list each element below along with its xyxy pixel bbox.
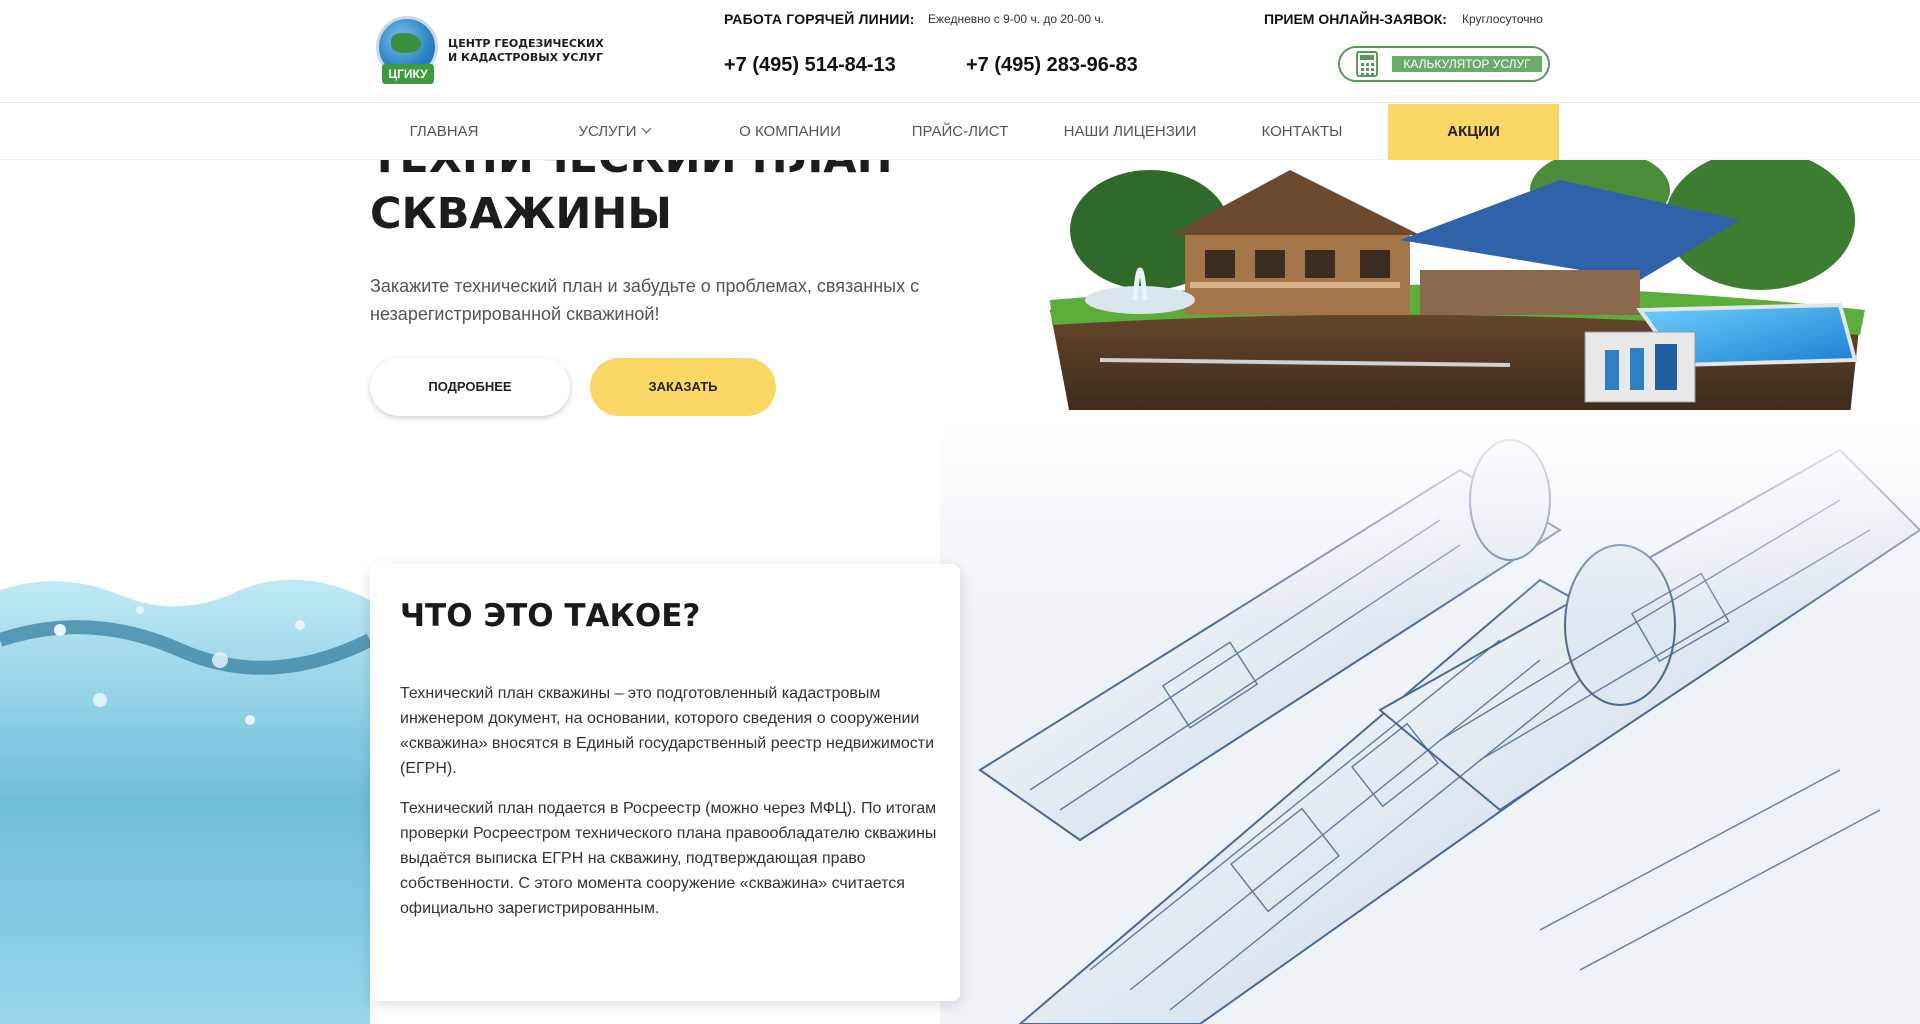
water-splash-illustration — [0, 579, 374, 1024]
calculator-button-label: КАЛЬКУЛЯТОР УСЛУГ — [1392, 56, 1542, 72]
nav-item-services[interactable]: УСЛУГИ — [564, 104, 664, 160]
phone-link-1[interactable]: +7 (495) 514-84-13 — [724, 54, 896, 77]
logo-text-line2: И КАДАСТРОВЫХ УСЛУГ — [448, 51, 604, 64]
nav-item-contacts[interactable]: КОНТАКТЫ — [1250, 104, 1354, 160]
nav-item-home[interactable]: ГЛАВНАЯ — [394, 104, 494, 160]
hotline-label: РАБОТА ГОРЯЧЕЙ ЛИНИИ: — [724, 11, 915, 27]
logo-text: ЦЕНТР ГЕОДЕЗИЧЕСКИХ И КАДАСТРОВЫХ УСЛУГ — [448, 37, 604, 65]
calculator-icon — [1356, 51, 1378, 77]
nav-item-licenses[interactable]: НАШИ ЛИЦЕНЗИИ — [1060, 104, 1200, 160]
nav-item-promotions[interactable]: АКЦИИ — [1388, 104, 1559, 160]
logo-globe-icon: ЦГИКУ — [374, 16, 440, 86]
more-button[interactable]: ПОДРОБНЕЕ — [370, 358, 570, 416]
chevron-down-icon — [641, 123, 652, 134]
hero-subtitle: Закажите технический план и забудьте о п… — [370, 276, 920, 324]
nav-item-label: КОНТАКТЫ — [1261, 123, 1343, 140]
hotline-hours: Ежедневно с 9-00 ч. до 20-00 ч. — [928, 12, 1104, 26]
nav-item-label: ПРАЙС-ЛИСТ — [911, 123, 1009, 140]
house-with-well-illustration — [1050, 160, 1865, 415]
main-navigation: ГЛАВНАЯ УСЛУГИ О КОМПАНИИ ПРАЙС-ЛИСТ НАШ… — [0, 104, 1920, 160]
blueprint-rolls-illustration — [940, 410, 1920, 1024]
phone-link-2[interactable]: +7 (495) 283-96-83 — [966, 54, 1138, 77]
company-logo[interactable]: ЦГИКУ ЦЕНТР ГЕОДЕЗИЧЕСКИХ И КАДАСТРОВЫХ … — [374, 16, 604, 86]
nav-item-label: О КОМПАНИИ — [739, 123, 841, 140]
site-header: ЦГИКУ ЦЕНТР ГЕОДЕЗИЧЕСКИХ И КАДАСТРОВЫХ … — [0, 0, 1920, 103]
nav-item-label: ГЛАВНАЯ — [409, 123, 479, 140]
info-paragraph-1: Технический план скважины – это подготов… — [400, 685, 935, 777]
logo-badge-text: ЦГИКУ — [382, 64, 434, 84]
nav-item-about[interactable]: О КОМПАНИИ — [720, 104, 860, 160]
info-card: ЧТО ЭТО ТАКОЕ? Технический план скважины… — [370, 564, 960, 1001]
order-button[interactable]: ЗАКАЗАТЬ — [590, 358, 776, 416]
nav-item-label: УСЛУГИ — [578, 123, 637, 140]
nav-item-pricelist[interactable]: ПРАЙС-ЛИСТ — [900, 104, 1020, 160]
nav-item-label: НАШИ ЛИЦЕНЗИИ — [1063, 123, 1197, 140]
online-requests-hours: Круглосуточно — [1462, 12, 1543, 26]
info-paragraph-2: Технический план подается в Росреестр (м… — [400, 800, 937, 917]
logo-text-line1: ЦЕНТР ГЕОДЕЗИЧЕСКИХ — [448, 37, 604, 50]
calculator-button[interactable]: КАЛЬКУЛЯТОР УСЛУГ — [1338, 46, 1550, 82]
online-requests-label: ПРИЕМ ОНЛАЙН-ЗАЯВОК: — [1264, 11, 1447, 27]
hero-title-line2: СКВАЖИНЫ — [370, 189, 672, 239]
info-title: ЧТО ЭТО ТАКОЕ? — [400, 598, 701, 634]
